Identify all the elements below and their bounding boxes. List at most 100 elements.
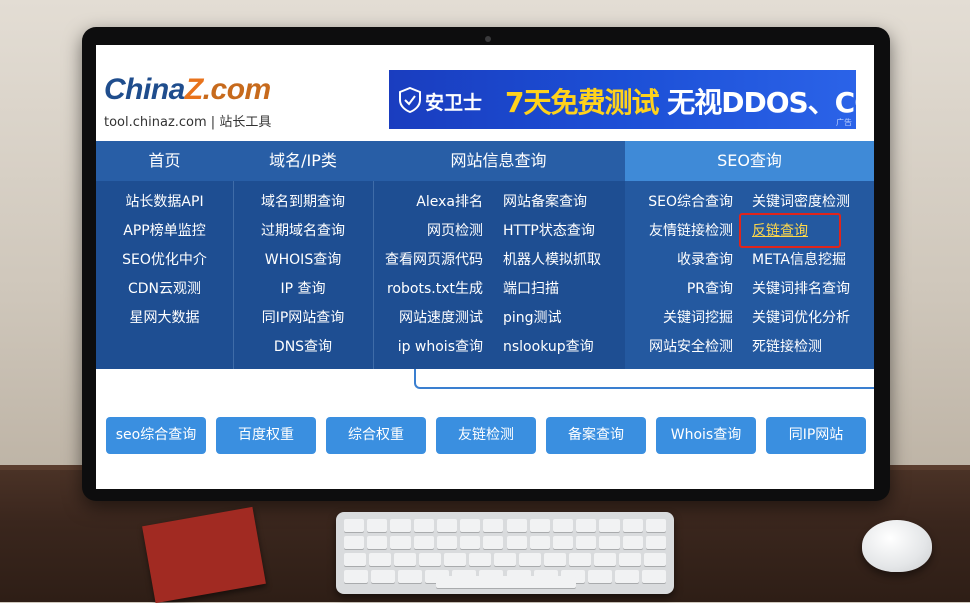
nav-link-speed-test[interactable]: 网站速度测试 (373, 307, 483, 327)
keyboard-key (576, 519, 597, 532)
keyboard-key (460, 519, 481, 532)
keyboard-key (367, 536, 388, 549)
quick-button-baidu-weight[interactable]: 百度权重 (216, 417, 316, 454)
keyboard-key (519, 553, 541, 566)
keyboard-key (552, 519, 574, 532)
nav-link-robots[interactable]: robots.txt生成 (373, 278, 483, 298)
keyboard-key (371, 570, 396, 583)
keyboard-spacebar (436, 576, 576, 588)
nav-link-index[interactable]: 收录查询 (625, 249, 733, 269)
keyboard-key (344, 570, 369, 583)
nav-link-api[interactable]: 站长数据API (96, 191, 233, 211)
nav-link-app-rank[interactable]: APP榜单监控 (96, 220, 233, 240)
search-box-fragment (414, 369, 874, 389)
nav-link-keyword-rank[interactable]: 关键词排名查询 (752, 278, 850, 298)
nav-link-view-source[interactable]: 查看网页源代码 (373, 249, 483, 269)
keyboard-key (506, 536, 527, 549)
camera-icon (485, 36, 491, 42)
nav-link-friend-link[interactable]: 友情链接检测 (625, 220, 733, 240)
keyboard-key (390, 536, 411, 549)
keyboard-key (622, 536, 643, 549)
nav-link-whois[interactable]: WHOIS查询 (233, 249, 373, 269)
keyboard (336, 512, 674, 594)
nav-link-same-ip[interactable]: 同IP网站查询 (233, 307, 373, 327)
nav-link-icp[interactable]: 网站备案查询 (503, 191, 587, 211)
keyboard-key (398, 570, 423, 583)
logo-wordmark: ChinaZ.com (104, 73, 271, 106)
keyboard-key (419, 553, 441, 566)
keyboard-key (641, 570, 666, 583)
nav-link-keyword-mining[interactable]: 关键词挖掘 (625, 307, 733, 327)
keyboard-key (394, 553, 416, 566)
keyboard-key (506, 519, 527, 532)
nav-link-meta[interactable]: META信息挖掘 (752, 249, 846, 269)
quick-button-same-ip[interactable]: 同IP网站 (766, 417, 866, 454)
keyboard-key (413, 519, 434, 532)
keyboard-key (645, 519, 666, 532)
nav-link-ping[interactable]: ping测试 (503, 307, 562, 327)
nav-tab-seo[interactable]: SEO查询 (625, 141, 874, 181)
nav-link-bigdata[interactable]: 星网大数据 (96, 307, 233, 327)
keyboard-key (413, 536, 434, 549)
nav-link-keyword-optimize[interactable]: 关键词优化分析 (752, 307, 850, 327)
nav-link-security[interactable]: 网站安全检测 (625, 336, 733, 356)
nav-link-nslookup[interactable]: nslookup查询 (503, 336, 594, 356)
keyboard-key (344, 553, 366, 566)
logo-subtitle: tool.chinaz.com | 站长工具 (104, 115, 272, 130)
keyboard-key (619, 553, 641, 566)
site-logo[interactable]: ChinaZ.com tool.chinaz.com | 站长工具 (104, 73, 294, 133)
nav-link-ip-whois[interactable]: ip whois查询 (373, 336, 483, 356)
nav-tab-home[interactable]: 首页 (96, 141, 233, 181)
keyboard-key (622, 519, 643, 532)
keyboard-key (483, 519, 504, 532)
nav-link-alexa[interactable]: Alexa排名 (373, 191, 483, 211)
keyboard-key (614, 570, 639, 583)
banner-headline: 7天免费测试 无视DDOS、CC (505, 86, 856, 119)
nav-link-cdn[interactable]: CDN云观测 (96, 278, 233, 298)
quick-button-seo[interactable]: seo综合查询 (106, 417, 206, 454)
nav-link-page-check[interactable]: 网页检测 (373, 220, 483, 240)
keyboard-key (444, 553, 466, 566)
ad-label: 广告 (836, 118, 852, 127)
keyboard-key (390, 519, 411, 532)
banner-brand: 安卫士 (425, 92, 483, 114)
keyboard-key (599, 519, 620, 532)
nav-link-pr[interactable]: PR查询 (625, 278, 733, 298)
nav-link-seo-overview[interactable]: SEO综合查询 (625, 191, 733, 211)
keyboard-key (469, 553, 491, 566)
quick-button-whois[interactable]: Whois查询 (656, 417, 756, 454)
mouse (862, 520, 932, 572)
keyboard-key (436, 536, 458, 549)
keyboard-key (344, 536, 365, 549)
keyboard-key (529, 536, 550, 549)
keyboard-key (529, 519, 550, 532)
nav-tab-domain-ip[interactable]: 域名/IP类 (233, 141, 373, 181)
keyboard-key (576, 536, 597, 549)
keyboard-key (552, 536, 574, 549)
nav-link-spider-sim[interactable]: 机器人模拟抓取 (503, 249, 601, 269)
nav-tab-site-info[interactable]: 网站信息查询 (373, 141, 624, 181)
keyboard-key (367, 519, 388, 532)
nav-link-backlinks[interactable]: 反链查询 (752, 220, 808, 240)
keyboard-key (369, 553, 391, 566)
quick-button-friend-link[interactable]: 友链检测 (436, 417, 536, 454)
keyboard-key (436, 519, 458, 532)
quick-button-overall-weight[interactable]: 综合权重 (326, 417, 426, 454)
nav-link-dns[interactable]: DNS查询 (233, 336, 373, 356)
nav-link-domain-expire[interactable]: 域名到期查询 (233, 191, 373, 211)
keyboard-key (644, 553, 666, 566)
nav-link-ip[interactable]: IP 查询 (233, 278, 373, 298)
keyboard-key (494, 553, 516, 566)
nav-link-expired-domain[interactable]: 过期域名查询 (233, 220, 373, 240)
keyboard-key (544, 553, 566, 566)
nav-link-dead-link[interactable]: 死链接检测 (752, 336, 822, 356)
keyboard-key (594, 553, 616, 566)
nav-link-seo-agency[interactable]: SEO优化中介 (96, 249, 233, 269)
quick-button-icp[interactable]: 备案查询 (546, 417, 646, 454)
keyboard-key (587, 570, 612, 583)
keyboard-key (569, 553, 591, 566)
ad-banner[interactable]: 安卫士 7天免费测试 无视DDOS、CC 广告 (389, 70, 856, 129)
nav-link-http-status[interactable]: HTTP状态查询 (503, 220, 595, 240)
nav-link-keyword-density[interactable]: 关键词密度检测 (752, 191, 850, 211)
nav-link-port-scan[interactable]: 端口扫描 (503, 278, 559, 298)
